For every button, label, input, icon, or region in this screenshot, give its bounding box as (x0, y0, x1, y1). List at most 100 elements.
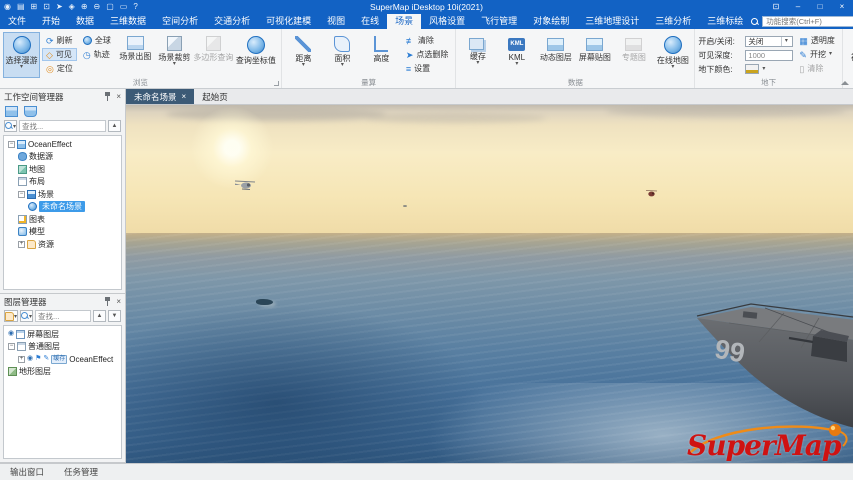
scene-folder-icon (27, 189, 36, 199)
move-up-button[interactable]: ▲ (93, 310, 106, 322)
tab-scene[interactable]: 场景 (387, 14, 422, 29)
collapse-ribbon-button[interactable] (841, 81, 849, 85)
pin-icon[interactable] (104, 92, 111, 101)
maximize-button[interactable]: □ (809, 0, 831, 14)
tree-node-datasources[interactable]: 数据源 (4, 151, 121, 164)
expand-expander-icon[interactable]: + (18, 240, 25, 248)
tree-node-scene-item[interactable]: 未命名场景 (4, 201, 121, 214)
dynamic-layer-button[interactable]: 动态图层 (537, 32, 574, 78)
tree-node-maps[interactable]: 地图 (4, 163, 121, 176)
viewport-manager-button[interactable]: 视口管理 ▾ (846, 32, 853, 78)
tab-3d-data[interactable]: 三维数据 (102, 14, 154, 29)
tab-start[interactable]: 开始 (34, 14, 68, 29)
excavate-button[interactable]: ✎ 开挖 ▾ (795, 48, 839, 61)
tree-node-normal-layers[interactable]: − 普通图层 (4, 341, 121, 354)
query-coordinate-button[interactable]: 查询坐标值 (234, 32, 278, 78)
visible-depth-input[interactable] (745, 49, 794, 61)
minimize-button[interactable]: – (787, 0, 809, 14)
eye-icon[interactable]: ◉ (27, 355, 33, 363)
global-button[interactable]: 全球 (79, 34, 115, 47)
tree-node-layouts[interactable]: 布局 (4, 176, 121, 189)
collapse-expander-icon[interactable]: − (8, 140, 15, 148)
collapse-expander-icon[interactable]: − (18, 190, 25, 198)
measure-settings-button[interactable]: ≡ 设置 (402, 62, 453, 75)
tree-node-scenes[interactable]: − 场景 (4, 188, 121, 201)
distance-button[interactable]: 距离 ▾ (285, 32, 322, 78)
search-icon (751, 17, 759, 26)
tab-flight-management[interactable]: 飞行管理 (473, 14, 525, 29)
area-button[interactable]: 面积 ▾ (324, 32, 361, 78)
kml-button[interactable]: KML KML ▾ (498, 32, 535, 78)
chevron-down-icon: ▾ (19, 64, 23, 70)
folder-icon (5, 311, 14, 321)
selectable-flag-icon[interactable]: ⚑ (35, 355, 41, 363)
tree-node-workspace-root[interactable]: − OceanEffect (4, 138, 121, 151)
tab-object-drawing[interactable]: 对象绘制 (525, 14, 577, 29)
tree-node-ocean-layer[interactable]: + ◉ ⚑ ✎ 缓存 OceanEffect (4, 353, 121, 366)
tab-traffic-analysis[interactable]: 交通分析 (206, 14, 258, 29)
cache-button[interactable]: 缓存 ▾ (459, 32, 496, 78)
eye-icon[interactable]: ◉ (8, 330, 14, 338)
visible-button[interactable]: ◇ 可见 (42, 48, 77, 61)
tree-node-models[interactable]: 模型 (4, 226, 121, 239)
doc-tab-start-page[interactable]: 起始页 (194, 89, 236, 104)
height-button[interactable]: 高度 (363, 32, 400, 78)
online-map-button[interactable]: 在线地图 ▾ (654, 32, 691, 78)
group-label-data: 数据 (567, 78, 583, 87)
tree-node-resources[interactable]: + 资源 (4, 238, 121, 251)
move-down-button[interactable]: ▼ (108, 310, 121, 322)
transparency-button[interactable]: ▦ 透明度 (795, 34, 839, 47)
refresh-button[interactable]: ⟳ 刷新 (42, 34, 77, 47)
select-roam-button[interactable]: 选择漫游 ▾ (3, 32, 40, 78)
screen-overlay-button[interactable]: 屏幕贴图 (576, 32, 613, 78)
locate-button[interactable]: ◎ 定位 (42, 62, 77, 75)
tab-online[interactable]: 在线 (353, 14, 387, 29)
tab-spatial-analysis[interactable]: 空间分析 (154, 14, 206, 29)
tab-file[interactable]: 文件 (0, 14, 34, 29)
tree-node-charts[interactable]: 图表 (4, 213, 121, 226)
close-icon[interactable]: × (116, 297, 121, 307)
tab-3d-analysis[interactable]: 三维分析 (647, 14, 699, 29)
scene-3d-viewport[interactable]: 99 SuperMap (126, 105, 853, 463)
app-window: ◉ ▤ ⊞ ⊡ ➤ ◈ ⊕ ⊖ ▢ ▭ ? SuperMap iDesktop … (0, 0, 853, 480)
tab-data[interactable]: 数据 (68, 14, 102, 29)
underground-color-picker[interactable] (745, 64, 760, 74)
scene-output-button[interactable]: 场景出图 (117, 32, 154, 78)
close-icon[interactable]: × (182, 92, 187, 101)
pick-delete-button[interactable]: ➤ 点选删除 (402, 48, 453, 61)
track-button[interactable]: ◷ 轨迹 (79, 48, 115, 61)
tab-3d-geodesign[interactable]: 三维地理设计 (577, 14, 647, 29)
screen-overlay-icon (586, 38, 604, 51)
measure-clear-button[interactable]: ≢ 清除 (402, 34, 453, 47)
tree-node-screen-layer[interactable]: ◉ 屏幕图层 (4, 328, 121, 341)
close-button[interactable]: × (831, 0, 853, 14)
workspace-search-input[interactable] (19, 120, 106, 132)
tab-style-settings[interactable]: 风格设置 (421, 14, 473, 29)
tab-3d-plotting[interactable]: 三维标绘 (699, 14, 751, 29)
editable-pencil-icon[interactable]: ✎ (43, 355, 49, 363)
underground-toggle-select[interactable]: 关闭 ▾ (745, 35, 794, 47)
layer-filter-button[interactable]: ▾ (20, 310, 34, 322)
tab-visual-modeling[interactable]: 可视化建模 (258, 14, 319, 29)
dialog-launcher[interactable] (273, 81, 279, 86)
resources-icon (27, 239, 36, 249)
output-window-tab[interactable]: 输出窗口 (10, 466, 44, 478)
workspace-filter-button[interactable]: ▾ (4, 120, 18, 132)
scene-clip-button[interactable]: 场景裁剪 ▾ (156, 32, 193, 78)
collapse-expander-icon[interactable]: − (8, 343, 15, 351)
workspace-icon[interactable] (5, 106, 18, 117)
collapse-all-button[interactable]: ▲ (108, 120, 121, 132)
close-icon[interactable]: × (116, 92, 121, 102)
doc-tab-scene[interactable]: 未命名场景 × (126, 89, 195, 104)
pin-icon[interactable] (104, 297, 111, 306)
document-tab-bar: 未命名场景 × 起始页 (126, 89, 853, 105)
function-search-input[interactable] (762, 16, 853, 27)
layer-search-input[interactable] (35, 310, 91, 322)
tree-node-terrain-layers[interactable]: 地形图层 (4, 366, 121, 379)
save-workspace-icon[interactable] (24, 106, 37, 117)
task-manager-tab[interactable]: 任务管理 (64, 466, 98, 478)
layer-group-button[interactable]: ▾ (4, 310, 19, 322)
tab-view[interactable]: 视图 (319, 14, 353, 29)
expand-expander-icon[interactable]: + (18, 355, 25, 363)
style-button[interactable]: ⊡ (765, 0, 787, 14)
